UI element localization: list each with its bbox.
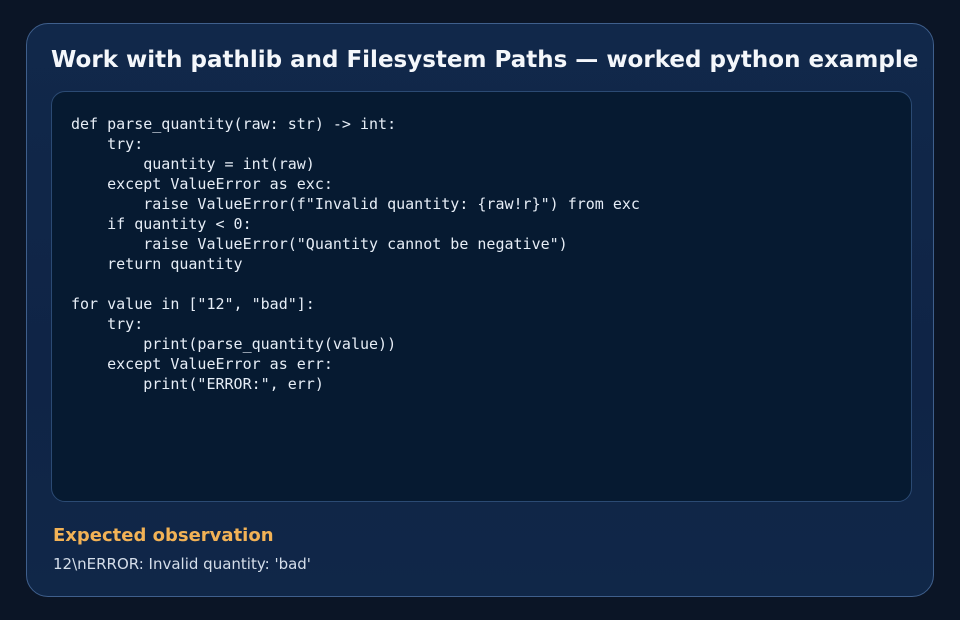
observation-text: 12\nERROR: Invalid quantity: 'bad' [53,555,311,573]
example-card: Work with pathlib and Filesystem Paths —… [26,23,934,597]
observation-heading: Expected observation [53,525,274,546]
code-block: def parse_quantity(raw: str) -> int: try… [71,115,640,393]
page-title: Work with pathlib and Filesystem Paths —… [51,47,919,73]
code-panel: def parse_quantity(raw: str) -> int: try… [51,91,912,502]
